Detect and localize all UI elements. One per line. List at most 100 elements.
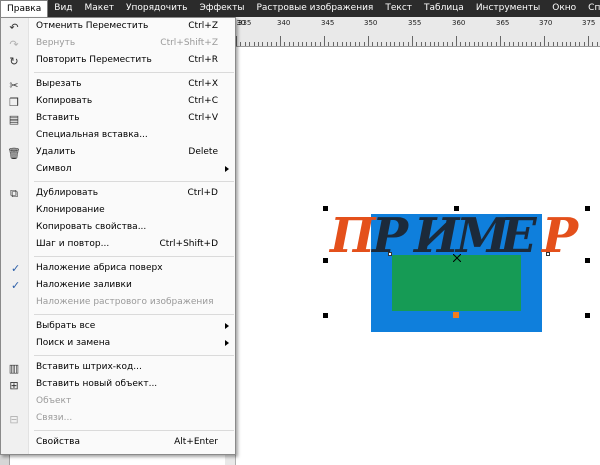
ruler-tick (412, 36, 413, 46)
ruler-tick (570, 42, 572, 46)
ruler-tick (552, 42, 554, 46)
menu-item-select-all[interactable]: Выбрать все (1, 318, 235, 335)
menu-edit[interactable]: Правка (0, 0, 49, 17)
menu-item-label: Вставить штрих-код... (36, 362, 142, 372)
ruler-tick (341, 42, 343, 46)
menu-item-redo[interactable]: ↷ Вернуть Ctrl+Shift+Z (1, 35, 235, 52)
menu-item-undo[interactable]: ↶ Отменить Переместить Ctrl+Z (1, 18, 235, 35)
menu-item-clone[interactable]: Клонирование (1, 202, 235, 219)
ruler-tick (583, 42, 585, 46)
menu-item-label: Выбрать все (36, 321, 96, 331)
menu-tools[interactable]: Инструменты (470, 0, 546, 17)
ruler-tick (504, 42, 506, 46)
ruler-tick (473, 42, 475, 46)
selection-handle[interactable] (454, 206, 459, 211)
ruler-tick (337, 42, 339, 46)
ruler-tick (346, 42, 347, 46)
menu-item-duplicate[interactable]: ⧉ Дублировать Ctrl+D (1, 185, 235, 202)
menu-item-overprint-bitmap[interactable]: Наложение растрового изображения (1, 294, 235, 311)
selection-handle[interactable] (323, 206, 328, 211)
menu-bitmaps[interactable]: Растровые изображения (250, 0, 379, 17)
scissors-icon: ✂ (9, 78, 19, 92)
menu-item-overprint-fill[interactable]: ✓ Наложение заливки (1, 277, 235, 294)
menu-item-label: Специальная вставка... (36, 130, 148, 140)
menu-bar: Правка Вид Макет Упорядочить Эффекты Рас… (0, 0, 600, 17)
ruler-tick (350, 42, 352, 46)
menu-help[interactable]: Спр (582, 0, 600, 17)
ruler-label: 375 (582, 19, 596, 27)
submenu-arrow-icon (225, 340, 229, 346)
ruler-tick (390, 42, 391, 46)
selection-handle[interactable] (585, 206, 590, 211)
menu-item-label: Копировать свойства... (36, 222, 147, 232)
ruler-tick (319, 42, 321, 46)
trash-icon: 🗑 (7, 146, 21, 160)
ruler-tick (579, 42, 581, 46)
menu-item-label: Вставить (36, 113, 80, 123)
menu-item-find-replace[interactable]: Поиск и замена (1, 335, 235, 352)
selection-handle[interactable] (323, 313, 328, 318)
ruler-tick (271, 42, 273, 46)
menu-separator (34, 314, 234, 315)
ruler-tick (574, 42, 576, 46)
ruler-tick (596, 42, 598, 46)
menu-item-paste-special[interactable]: Специальная вставка... (1, 127, 235, 144)
ruler-tick (557, 42, 559, 46)
menu-item-properties[interactable]: Свойства Alt+Enter (1, 434, 235, 451)
selection-handle[interactable] (585, 258, 590, 263)
menu-item-cut[interactable]: ✂ Вырезать Ctrl+X (1, 76, 235, 93)
ruler-tick (561, 42, 563, 46)
ruler-tick (249, 42, 251, 46)
ruler-tick (372, 42, 374, 46)
menu-text[interactable]: Текст (379, 0, 418, 17)
ruler-tick (332, 42, 334, 46)
menu-item-shortcut: Alt+Enter (174, 437, 218, 447)
menu-item-label: Вырезать (36, 79, 82, 89)
submenu-arrow-icon (225, 166, 229, 172)
menu-item-shortcut: Ctrl+D (187, 188, 219, 198)
ruler-tick (500, 36, 501, 46)
menu-arrange[interactable]: Упорядочить (120, 0, 193, 17)
menu-item-copy-properties[interactable]: Копировать свойства... (1, 219, 235, 236)
menu-item-insert-object[interactable]: ⊞ Вставить новый объект... (1, 376, 235, 393)
anchor-node[interactable] (453, 312, 459, 318)
selection-handle[interactable] (323, 258, 328, 263)
menu-table[interactable]: Таблица (418, 0, 470, 17)
ruler-tick (460, 42, 462, 46)
duplicate-icon: ⧉ (10, 187, 18, 200)
horizontal-ruler[interactable]: 330 335 340 345 350 355 360 365 370 375 (236, 17, 600, 47)
menu-item-symbol[interactable]: Символ (1, 161, 235, 178)
ruler-tick (262, 42, 264, 46)
menu-item-label: Связи... (36, 413, 73, 423)
menu-item-repeat[interactable]: ↻ Повторить Переместить Ctrl+R (1, 52, 235, 69)
menu-item-shortcut: Delete (188, 147, 218, 157)
menu-item-shortcut: Ctrl+X (188, 79, 218, 89)
menu-item-label: Клонирование (36, 205, 105, 215)
menu-item-shortcut: Ctrl+V (188, 113, 218, 123)
ruler-tick (526, 42, 528, 46)
control-node[interactable] (546, 252, 550, 256)
menu-item-step-repeat[interactable]: Шаг и повтор... Ctrl+Shift+D (1, 236, 235, 253)
menu-item-delete[interactable]: 🗑 Удалить Delete (1, 144, 235, 161)
ruler-tick (293, 42, 295, 46)
word-letter: П (330, 208, 376, 264)
control-node[interactable] (388, 252, 392, 256)
ruler-tick (451, 42, 453, 46)
menu-separator (34, 72, 234, 73)
selection-handle[interactable] (585, 313, 590, 318)
menu-item-overprint-outline[interactable]: ✓ Наложение абриса поверх (1, 260, 235, 277)
menu-item-insert-barcode[interactable]: ▥ Вставить штрих-код... (1, 359, 235, 376)
ruler-tick (324, 36, 325, 46)
menu-item-paste[interactable]: ▤ Вставить Ctrl+V (1, 110, 235, 127)
undo-icon: ↶ (9, 20, 19, 34)
menu-effects[interactable]: Эффекты (193, 0, 250, 17)
menu-item-object[interactable]: Объект (1, 393, 235, 410)
center-x-icon[interactable] (453, 254, 461, 262)
menu-item-copy[interactable]: ❐ Копировать Ctrl+C (1, 93, 235, 110)
menu-window[interactable]: Окно (546, 0, 582, 17)
menu-item-links[interactable]: ⊟ Связи... (1, 410, 235, 427)
menu-view[interactable]: Вид (48, 0, 78, 17)
ruler-tick (548, 42, 550, 46)
menu-layout[interactable]: Макет (79, 0, 121, 17)
ruler-tick (464, 42, 466, 46)
